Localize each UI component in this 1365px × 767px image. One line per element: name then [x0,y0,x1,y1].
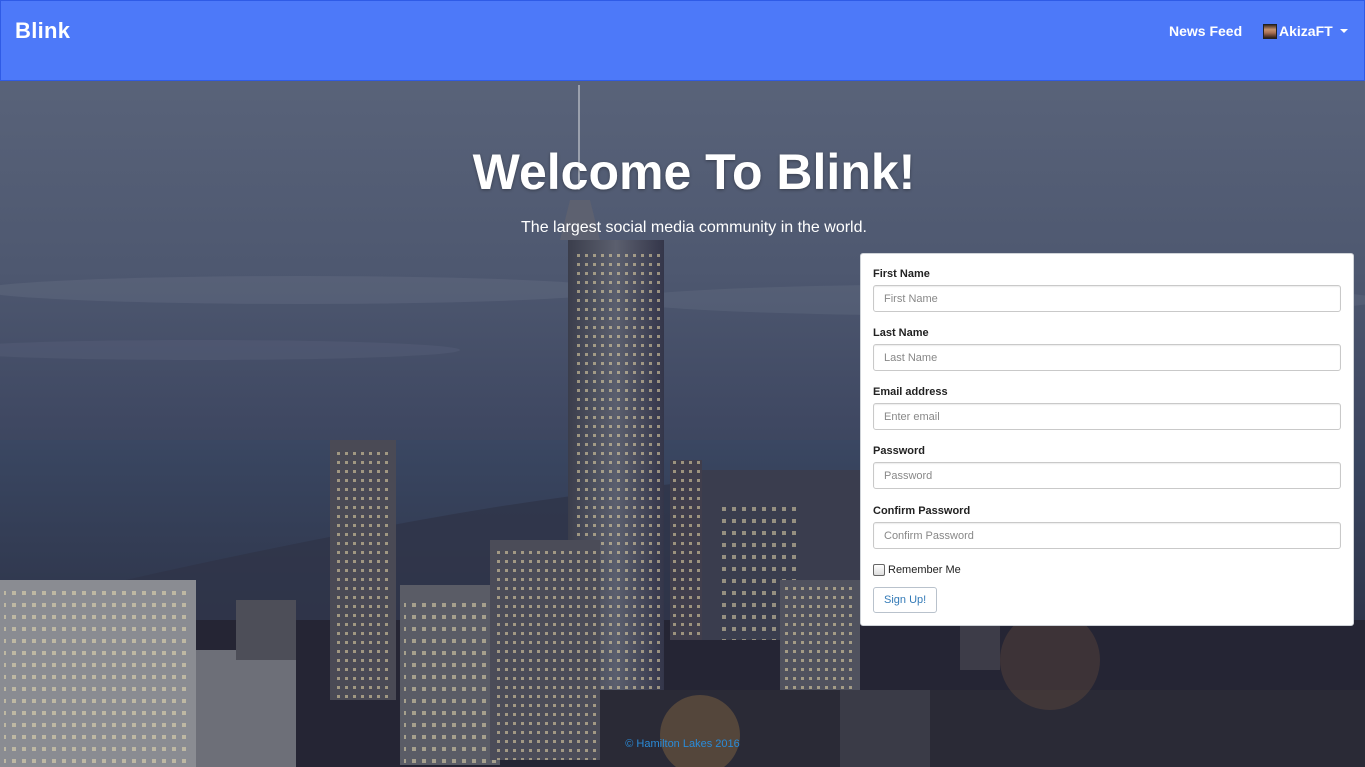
top-navbar: Blink News Feed AkizaFT [0,0,1365,81]
sign-up-button[interactable]: Sign Up! [873,587,938,613]
user-name: AkizaFT [1279,23,1333,39]
footer-text: © Hamilton Lakes 2016 [625,738,740,750]
last-name-input[interactable] [873,344,1341,371]
password-input[interactable] [873,462,1341,489]
last-name-group: Last Name [873,327,1341,371]
remember-me-row: Remember Me [873,564,961,576]
confirm-password-group: Confirm Password [873,505,1341,549]
last-name-label: Last Name [873,327,929,339]
hero-title: Welcome To Blink! [472,144,916,200]
email-label: Email address [873,386,948,398]
email-group: Email address [873,386,1341,430]
remember-me-checkbox[interactable] [873,564,885,576]
avatar [1263,23,1277,39]
remember-me-label: Remember Me [888,564,961,576]
user-menu-dropdown[interactable]: AkizaFT [1263,23,1348,39]
caret-down-icon [1339,29,1348,33]
first-name-group: First Name [873,268,1341,312]
confirm-password-input[interactable] [873,522,1341,549]
news-feed-link[interactable]: News Feed [1169,23,1242,39]
confirm-password-label: Confirm Password [873,505,971,517]
hero-subtitle: The largest social media community in th… [521,219,867,236]
email-input[interactable] [873,403,1341,430]
first-name-label: First Name [873,268,930,280]
first-name-input[interactable] [873,285,1341,312]
password-group: Password [873,445,1341,489]
brand-logo-link[interactable]: Blink [15,18,70,44]
signup-form: First Name Last Name Email address Passw… [860,253,1354,626]
password-label: Password [873,445,925,457]
